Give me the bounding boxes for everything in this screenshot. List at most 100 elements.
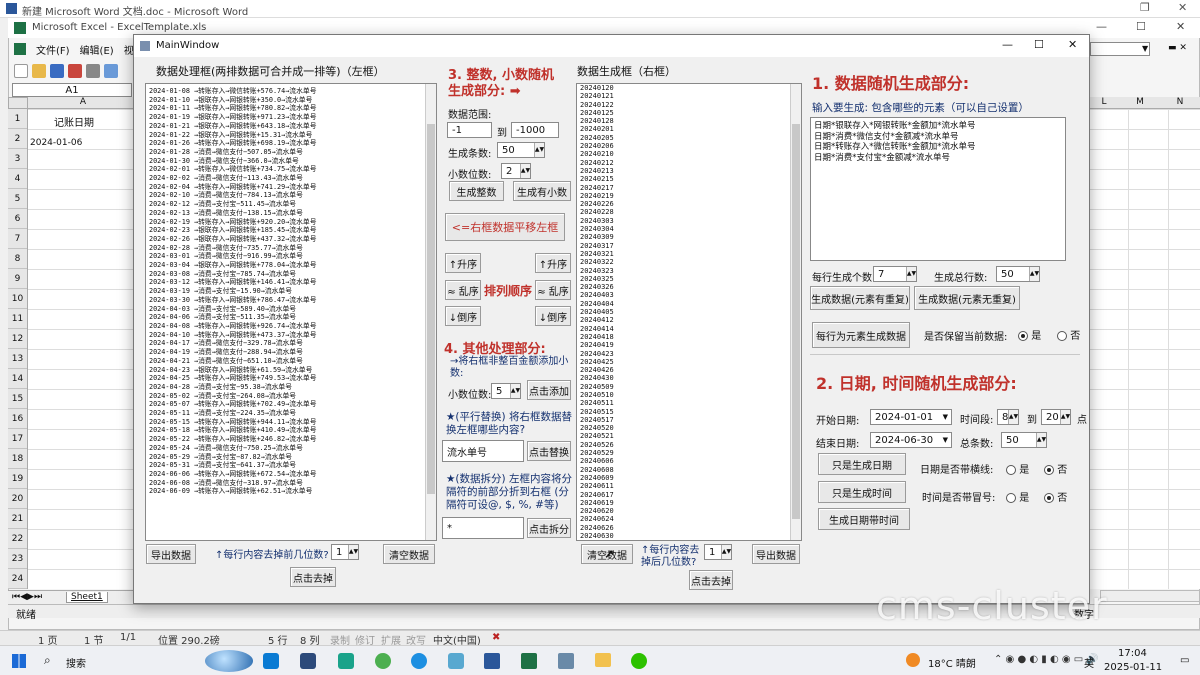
spin-icon[interactable]: ▲▼: [534, 143, 544, 157]
ime-indicator[interactable]: 英: [1084, 655, 1094, 670]
left-scroll-thumb[interactable]: [427, 124, 435, 494]
weather-text[interactable]: 18°C 晴朗: [928, 655, 976, 670]
row-header[interactable]: 16: [8, 409, 27, 429]
radio-icon[interactable]: [1057, 331, 1067, 341]
browser-icon[interactable]: [375, 653, 391, 669]
row-header[interactable]: 11: [8, 309, 27, 329]
total-rows-stepper[interactable]: 50 ▲▼: [996, 266, 1040, 282]
replace-button[interactable]: 点击替换: [527, 441, 571, 461]
row-header[interactable]: 21: [8, 509, 27, 529]
menu-file[interactable]: 文件(F): [36, 42, 70, 57]
notification-icon[interactable]: ▭: [1180, 655, 1189, 666]
right-scrollbar[interactable]: [790, 84, 801, 540]
app-close-icon[interactable]: ✕: [1068, 38, 1077, 51]
spin-icon[interactable]: ▲▼: [510, 384, 520, 398]
tab-sheet1[interactable]: Sheet1: [66, 592, 108, 603]
tab-nav-icon[interactable]: ⏮◀▶⏭: [12, 592, 42, 602]
count-stepper[interactable]: 50 ▲▼: [497, 142, 545, 158]
generate-repeat-button[interactable]: 生成数据(元素有重复): [810, 286, 910, 310]
app-maximize-icon[interactable]: ☐: [1034, 38, 1044, 51]
hour-from-stepper[interactable]: 8 ▲▼: [997, 409, 1019, 425]
right-asc-button[interactable]: ↑升序: [535, 253, 571, 273]
spin-icon[interactable]: ▲▼: [1036, 433, 1046, 447]
row-header[interactable]: 15: [8, 389, 27, 409]
menu-edit[interactable]: 编辑(E): [80, 42, 114, 57]
split-button[interactable]: 点击拆分: [527, 518, 571, 538]
row-header[interactable]: 10: [8, 289, 27, 309]
col-header-n[interactable]: N: [1160, 97, 1200, 108]
ribbon-restore-icon[interactable]: ▬ ✕: [1168, 43, 1187, 53]
font-size-select[interactable]: [1090, 42, 1150, 56]
left-textbox[interactable]: 2024-01-08 →转账存入→微信转账+576.74→流水单号 2024-01…: [145, 83, 437, 541]
save-icon[interactable]: [50, 64, 64, 78]
excel-maximize-icon[interactable]: ☐: [1136, 20, 1146, 33]
right-textbox[interactable]: 20240120 20240121 20240122 20240125 20240128…: [576, 83, 802, 541]
keep-yes-radio[interactable]: 是: [1018, 327, 1041, 342]
word-close-icon[interactable]: ✕: [1178, 1, 1187, 14]
add-decimal-stepper[interactable]: 5 ▲▼: [491, 383, 521, 399]
right-export-button[interactable]: 导出数据: [752, 544, 800, 564]
end-date-picker[interactable]: 2024-06-30 ▼: [870, 432, 952, 448]
app-taskbar-icon[interactable]: [300, 653, 316, 669]
col-header-l[interactable]: L: [1088, 97, 1120, 108]
chevron-down-icon[interactable]: ▼: [1142, 44, 1148, 53]
split-input[interactable]: *: [442, 517, 524, 539]
left-desc-button[interactable]: ↓倒序: [445, 306, 481, 326]
range-max-input[interactable]: -1000: [511, 122, 559, 138]
elements-textarea[interactable]: 日期*银联存入*网银转账*金额加*流水单号 日期*消费*微信支付*金额减*流水单…: [810, 117, 1066, 261]
chevron-down-icon[interactable]: ▼: [943, 436, 948, 444]
total-count-stepper[interactable]: 50 ▲▼: [1001, 432, 1047, 448]
clock-date[interactable]: 2025-01-11: [1104, 662, 1162, 673]
row-header[interactable]: 22: [8, 529, 27, 549]
explorer-icon[interactable]: [595, 653, 611, 667]
first-date-cell[interactable]: 2024-01-06: [30, 138, 82, 148]
word-taskbar-icon[interactable]: [484, 653, 500, 669]
left-trim-button[interactable]: 点击去掉: [290, 567, 336, 587]
print-icon[interactable]: [86, 64, 100, 78]
row-header[interactable]: 23: [8, 549, 27, 569]
row-header[interactable]: 9: [8, 269, 27, 289]
right-trim-stepper[interactable]: 1 ▲▼: [704, 544, 732, 560]
range-min-input[interactable]: -1: [447, 122, 492, 138]
generate-norepeat-button[interactable]: 生成数据(元素无重复): [914, 286, 1020, 310]
left-shuffle-button[interactable]: ≈ 乱序: [445, 280, 481, 300]
generate-each-row-button[interactable]: 每行为元素生成数据: [812, 322, 910, 348]
permission-icon[interactable]: [68, 64, 82, 78]
left-scrollbar[interactable]: [425, 84, 436, 540]
vscode-icon[interactable]: [263, 653, 279, 669]
radio-icon[interactable]: [1006, 493, 1016, 503]
row-header[interactable]: 6: [8, 209, 27, 229]
row-header[interactable]: 3: [8, 149, 27, 169]
decimal-stepper[interactable]: 2 ▲▼: [501, 163, 531, 179]
row-header[interactable]: 14: [8, 369, 27, 389]
mainwindow-taskbar-icon[interactable]: [558, 653, 574, 669]
dash-yes-radio[interactable]: 是: [1006, 461, 1029, 476]
app3-taskbar-icon[interactable]: [448, 653, 464, 669]
radio-selected-icon[interactable]: [1044, 465, 1054, 475]
row-header[interactable]: 2: [8, 129, 27, 149]
radio-icon[interactable]: [1006, 465, 1016, 475]
row-header[interactable]: 17: [8, 429, 27, 449]
left-asc-button[interactable]: ↑升序: [445, 253, 481, 273]
row-header[interactable]: 18: [8, 449, 27, 469]
open-icon[interactable]: [32, 64, 46, 78]
taskbar-search[interactable]: 搜索: [66, 655, 86, 670]
add-decimal-button[interactable]: 点击添加: [527, 380, 571, 400]
row-header[interactable]: 12: [8, 329, 27, 349]
spin-icon[interactable]: ▲▼: [520, 164, 530, 178]
right-scroll-thumb[interactable]: [792, 124, 800, 519]
left-clear-button[interactable]: 清空数据: [383, 544, 435, 564]
chevron-down-icon[interactable]: ▼: [943, 413, 948, 421]
generate-int-button[interactable]: 生成整数: [449, 181, 504, 201]
right-desc-button[interactable]: ↓倒序: [535, 306, 571, 326]
radio-selected-icon[interactable]: [1044, 493, 1054, 503]
word-restore-icon[interactable]: ❐: [1140, 1, 1150, 14]
app-minimize-icon[interactable]: —: [1002, 38, 1013, 51]
per-row-stepper[interactable]: 7 ▲▼: [873, 266, 917, 282]
edge-icon[interactable]: [411, 653, 427, 669]
row-header[interactable]: 13: [8, 349, 27, 369]
row-header[interactable]: 5: [8, 189, 27, 209]
right-shuffle-button[interactable]: ≈ 乱序: [535, 280, 571, 300]
spin-icon[interactable]: ▲▼: [1008, 410, 1018, 424]
start-date-picker[interactable]: 2024-01-01 ▼: [870, 409, 952, 425]
